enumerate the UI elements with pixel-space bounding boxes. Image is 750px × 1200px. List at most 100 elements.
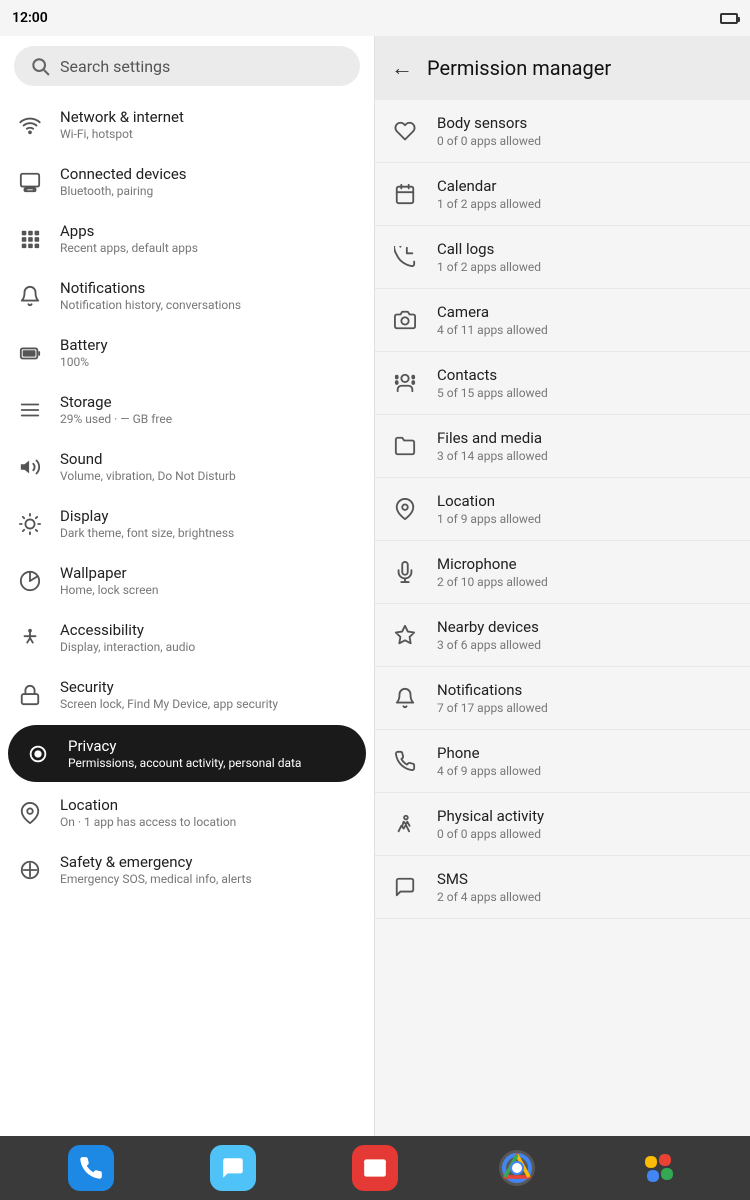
contacts-title: Contacts [437,366,548,384]
camera-title: Camera [437,303,548,321]
privacy-subtitle: Permissions, account activity, personal … [68,756,301,770]
call-logs-icon [391,243,419,271]
sidebar-item-display[interactable]: Display Dark theme, font size, brightnes… [0,495,374,552]
search-bar[interactable]: Search settings [14,46,360,86]
wallpaper-icon [16,567,44,595]
connected-subtitle: Bluetooth, pairing [60,184,187,198]
storage-title: Storage [60,393,172,411]
nav-photos-button[interactable] [636,1145,682,1191]
sidebar-item-battery[interactable]: Battery 100% [0,324,374,381]
apps-subtitle: Recent apps, default apps [60,241,198,255]
location-title: Location [60,796,236,814]
display-icon [16,510,44,538]
perm-phone[interactable]: Phone 4 of 9 apps allowed [375,730,750,793]
sidebar-item-storage[interactable]: Storage 29% used · — GB free [0,381,374,438]
right-panel-permissions: ← Permission manager Body sensors 0 of 0… [375,36,750,1136]
sidebar-item-connected[interactable]: Connected devices Bluetooth, pairing [0,153,374,210]
search-placeholder: Search settings [60,57,170,76]
sidebar-item-sound[interactable]: Sound Volume, vibration, Do Not Disturb [0,438,374,495]
perm-nearby-devices[interactable]: Nearby devices 3 of 6 apps allowed [375,604,750,667]
perm-contacts[interactable]: Contacts 5 of 15 apps allowed [375,352,750,415]
sidebar-item-wallpaper[interactable]: Wallpaper Home, lock screen [0,552,374,609]
perm-notifications[interactable]: Notifications 7 of 17 apps allowed [375,667,750,730]
wifi-icon [16,111,44,139]
permission-title: Permission manager [427,56,611,80]
nav-chrome-button[interactable] [494,1145,540,1191]
battery-subtitle: 100% [60,355,108,369]
display-title: Display [60,507,234,525]
permission-header: ← Permission manager [375,36,750,100]
battery-title: Battery [60,336,108,354]
notif-title: Notifications [60,279,241,297]
calendar-title: Calendar [437,177,541,195]
camera-icon [391,306,419,334]
contacts-subtitle: 5 of 15 apps allowed [437,386,548,400]
call-logs-title: Call logs [437,240,541,258]
phone-subtitle: 4 of 9 apps allowed [437,764,541,778]
bell-icon [16,282,44,310]
sidebar-item-accessibility[interactable]: Accessibility Display, interaction, audi… [0,609,374,666]
security-title: Security [60,678,278,696]
nav-gmail-button[interactable] [352,1145,398,1191]
files-title: Files and media [437,429,548,447]
safety-icon [16,856,44,884]
safety-subtitle: Emergency SOS, medical info, alerts [60,872,252,886]
status-icons [720,13,738,24]
perm-body-sensors[interactable]: Body sensors 0 of 0 apps allowed [375,100,750,163]
sidebar-item-apps[interactable]: Apps Recent apps, default apps [0,210,374,267]
wallpaper-subtitle: Home, lock screen [60,583,159,597]
folder-icon [391,432,419,460]
activity-title: Physical activity [437,807,544,825]
connected-title: Connected devices [60,165,187,183]
perm-call-logs[interactable]: Call logs 1 of 2 apps allowed [375,226,750,289]
display-subtitle: Dark theme, font size, brightness [60,526,234,540]
battery-left-icon [16,339,44,367]
sound-icon [16,453,44,481]
perm-sms[interactable]: SMS 2 of 4 apps allowed [375,856,750,919]
perm-files-media[interactable]: Files and media 3 of 14 apps allowed [375,415,750,478]
perm-microphone[interactable]: Microphone 2 of 10 apps allowed [375,541,750,604]
perm-calendar[interactable]: Calendar 1 of 2 apps allowed [375,163,750,226]
perm-location[interactable]: Location 1 of 9 apps allowed [375,478,750,541]
security-subtitle: Screen lock, Find My Device, app securit… [60,697,278,711]
perm-physical-activity[interactable]: Physical activity 0 of 0 apps allowed [375,793,750,856]
perm-camera[interactable]: Camera 4 of 11 apps allowed [375,289,750,352]
heart-icon [391,117,419,145]
sidebar-item-safety[interactable]: Safety & emergency Emergency SOS, medica… [0,841,374,898]
accessibility-subtitle: Display, interaction, audio [60,640,195,654]
nav-phone-button[interactable] [68,1145,114,1191]
sound-subtitle: Volume, vibration, Do Not Disturb [60,469,236,483]
network-title: Network & internet [60,108,184,126]
mic-subtitle: 2 of 10 apps allowed [437,575,548,589]
left-panel-settings: Search settings Network & internet Wi-Fi… [0,36,375,1136]
back-button[interactable]: ← [391,55,413,81]
safety-title: Safety & emergency [60,853,252,871]
phone-title: Phone [437,744,541,762]
location-subtitle: On · 1 app has access to location [60,815,236,829]
privacy-icon [24,740,52,768]
network-subtitle: Wi-Fi, hotspot [60,127,184,141]
sidebar-item-privacy[interactable]: Privacy Permissions, account activity, p… [8,725,366,782]
activity-subtitle: 0 of 0 apps allowed [437,827,544,841]
sidebar-item-notifications[interactable]: Notifications Notification history, conv… [0,267,374,324]
contacts-icon [391,369,419,397]
camera-subtitle: 4 of 11 apps allowed [437,323,548,337]
wallpaper-title: Wallpaper [60,564,159,582]
battery-icon [720,13,738,24]
notif-subtitle: Notification history, conversations [60,298,241,312]
status-time: 12:00 [12,10,48,26]
notif-perm-title: Notifications [437,681,548,699]
sidebar-item-network[interactable]: Network & internet Wi-Fi, hotspot [0,96,374,153]
files-subtitle: 3 of 14 apps allowed [437,449,548,463]
sms-title: SMS [437,870,541,888]
nearby-icon [391,621,419,649]
sidebar-item-security[interactable]: Security Screen lock, Find My Device, ap… [0,666,374,723]
body-sensors-subtitle: 0 of 0 apps allowed [437,134,541,148]
nav-messages-button[interactable] [210,1145,256,1191]
sidebar-item-location[interactable]: Location On · 1 app has access to locati… [0,784,374,841]
phone-perm-icon [391,747,419,775]
network-text: Network & internet Wi-Fi, hotspot [60,108,184,141]
body-sensors-title: Body sensors [437,114,541,132]
activity-icon [391,810,419,838]
nearby-subtitle: 3 of 6 apps allowed [437,638,541,652]
